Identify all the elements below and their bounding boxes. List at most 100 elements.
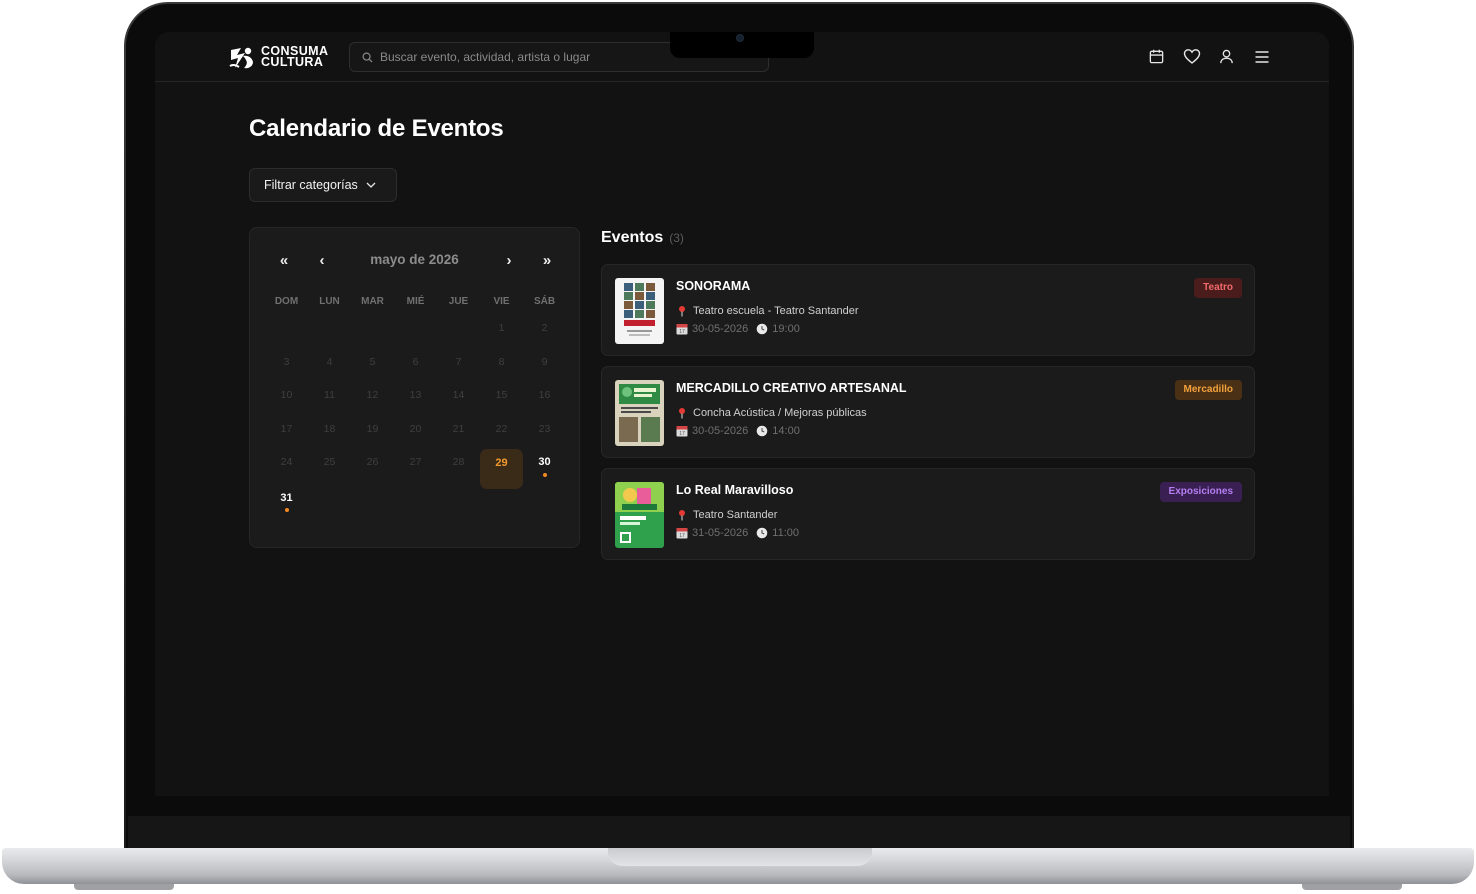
next-year-button[interactable]: » xyxy=(537,250,557,272)
calendar-month-label: mayo de 2026 xyxy=(370,252,459,267)
event-indicator-dot xyxy=(284,508,289,512)
bezel-bottom xyxy=(128,816,1350,852)
calendar-day-9: 9 xyxy=(541,355,548,368)
laptop-foot-left xyxy=(74,884,174,890)
calendar-empty-cell xyxy=(437,312,480,346)
event-date: 31-05-2026 xyxy=(692,527,749,539)
svg-text:17: 17 xyxy=(679,431,685,437)
event-location: Teatro escuela - Teatro Santander xyxy=(676,305,859,317)
calendar-day-24: 24 xyxy=(280,456,293,468)
weekday-header: MAR xyxy=(361,296,384,307)
category-badge[interactable]: Exposiciones xyxy=(1159,482,1242,502)
calendar-empty-cell xyxy=(265,312,308,346)
clock-icon xyxy=(756,527,768,539)
event-datetime: 17 30-05-2026 14:00 xyxy=(676,425,800,437)
location-pin-icon xyxy=(679,408,685,419)
calendar-empty-cell xyxy=(351,312,394,346)
event-card[interactable]: SONORAMA Teatro escuela - Teatro Santand… xyxy=(601,264,1255,356)
calendar-day-18: 18 xyxy=(323,422,336,435)
calendar-day-25: 25 xyxy=(323,456,336,468)
calendar-day-4: 4 xyxy=(326,355,333,368)
calendar-day-23: 23 xyxy=(538,422,551,435)
calendar-day-8: 8 xyxy=(498,355,505,368)
user-icon[interactable] xyxy=(1217,47,1236,66)
brand-wordmark: CONSUMA CULTURA xyxy=(261,45,328,69)
event-date: 30-05-2026 xyxy=(692,425,749,437)
calendar-empty-cell xyxy=(308,312,351,346)
calendar-day-6: 6 xyxy=(412,355,419,368)
calendar-day-13: 13 xyxy=(409,389,422,401)
logo-icon xyxy=(229,47,253,69)
camera-icon xyxy=(736,34,744,42)
event-title: SONORAMA xyxy=(676,279,751,293)
calendar-date-icon: 17 xyxy=(676,528,688,539)
events-title: Eventos xyxy=(601,229,664,246)
event-title: MERCADILLO CREATIVO ARTESANAL xyxy=(676,381,907,395)
calendar-day-3: 3 xyxy=(283,355,290,368)
clock-icon xyxy=(756,323,768,335)
heart-icon[interactable] xyxy=(1182,47,1201,66)
brand-logo[interactable]: CONSUMA CULTURA xyxy=(227,42,328,72)
filter-label: Filtrar categorías xyxy=(264,178,358,192)
calendar-widget: « ‹ mayo de 2026 › » DOM LUN MAR MIÉ JUE VIE S… xyxy=(249,227,580,548)
menu-icon[interactable] xyxy=(1252,47,1271,66)
nav-icon-group xyxy=(1147,47,1271,66)
calendar-day-2: 2 xyxy=(541,322,548,334)
events-heading: Eventos (3) xyxy=(601,229,684,247)
event-time: 19:00 xyxy=(772,323,800,335)
location-pin-icon xyxy=(679,510,685,521)
event-datetime: 17 30-05-2026 19:00 xyxy=(676,323,800,335)
weekday-header: MIÉ xyxy=(406,296,425,307)
calendar-date-icon: 17 xyxy=(676,324,688,335)
calendar-day-19: 19 xyxy=(366,422,379,435)
weekday-header: JUE xyxy=(448,296,469,307)
camera-notch xyxy=(670,32,814,58)
calendar-day-12: 12 xyxy=(366,389,379,401)
events-count: (3) xyxy=(669,231,684,245)
laptop-lid: CONSUMA CULTURA Buscar evento, actividad… xyxy=(124,2,1354,854)
svg-text:17: 17 xyxy=(679,533,685,539)
chevron-down-icon xyxy=(366,182,376,188)
event-location: Teatro Santander xyxy=(676,509,777,521)
category-badge[interactable]: Mercadillo xyxy=(1174,380,1242,400)
calendar-day-22: 22 xyxy=(495,422,508,435)
event-card[interactable]: Lo Real Maravilloso Teatro Santander 17 … xyxy=(601,468,1255,560)
event-poster-image xyxy=(615,482,664,548)
calendar-day-31[interactable]: 31 xyxy=(265,486,308,526)
laptop-bezel: CONSUMA CULTURA Buscar evento, actividad… xyxy=(126,4,1352,852)
calendar-day-30[interactable]: 30 xyxy=(523,446,566,480)
svg-text:17: 17 xyxy=(679,329,685,335)
event-date: 30-05-2026 xyxy=(692,323,749,335)
calendar-day-5: 5 xyxy=(369,355,376,368)
calendar-day-7: 7 xyxy=(455,355,462,368)
calendar-icon[interactable] xyxy=(1147,47,1166,66)
weekday-header: DOM xyxy=(274,296,299,307)
event-card[interactable]: MERCADILLO CREATIVO ARTESANAL Concha Acú… xyxy=(601,366,1255,458)
calendar-day-28: 28 xyxy=(452,456,465,468)
calendar-date-icon: 17 xyxy=(676,426,688,437)
weekday-header: LUN xyxy=(319,296,340,307)
calendar-day-20: 20 xyxy=(409,422,422,435)
calendar-day-1: 1 xyxy=(498,322,505,334)
event-poster-image xyxy=(615,380,664,446)
calendar-day-14: 14 xyxy=(452,389,465,401)
calendar-day-21: 21 xyxy=(452,422,465,435)
event-location: Concha Acústica / Mejoras públicas xyxy=(676,407,867,419)
laptop-foot-right xyxy=(1302,884,1402,890)
calendar-header: « ‹ mayo de 2026 › » xyxy=(250,250,579,274)
laptop-base xyxy=(2,848,1474,884)
weekday-header: SÁB xyxy=(533,296,556,307)
event-indicator-dot xyxy=(542,473,547,477)
calendar-day-10: 10 xyxy=(280,389,293,401)
event-time: 11:00 xyxy=(772,527,799,539)
search-icon xyxy=(362,52,373,63)
calendar-day-11: 11 xyxy=(324,389,335,401)
weekday-header: VIE xyxy=(493,296,510,307)
app-screen: CONSUMA CULTURA Buscar evento, actividad… xyxy=(155,32,1329,796)
next-month-button[interactable]: › xyxy=(499,250,519,272)
event-location-text: Teatro Santander xyxy=(693,509,778,521)
calendar-day-29[interactable]: 29 xyxy=(480,449,523,489)
brand-line-2: CULTURA xyxy=(261,55,324,69)
filter-categories-button[interactable]: Filtrar categorías xyxy=(249,168,397,202)
category-badge[interactable]: Teatro xyxy=(1194,278,1242,298)
